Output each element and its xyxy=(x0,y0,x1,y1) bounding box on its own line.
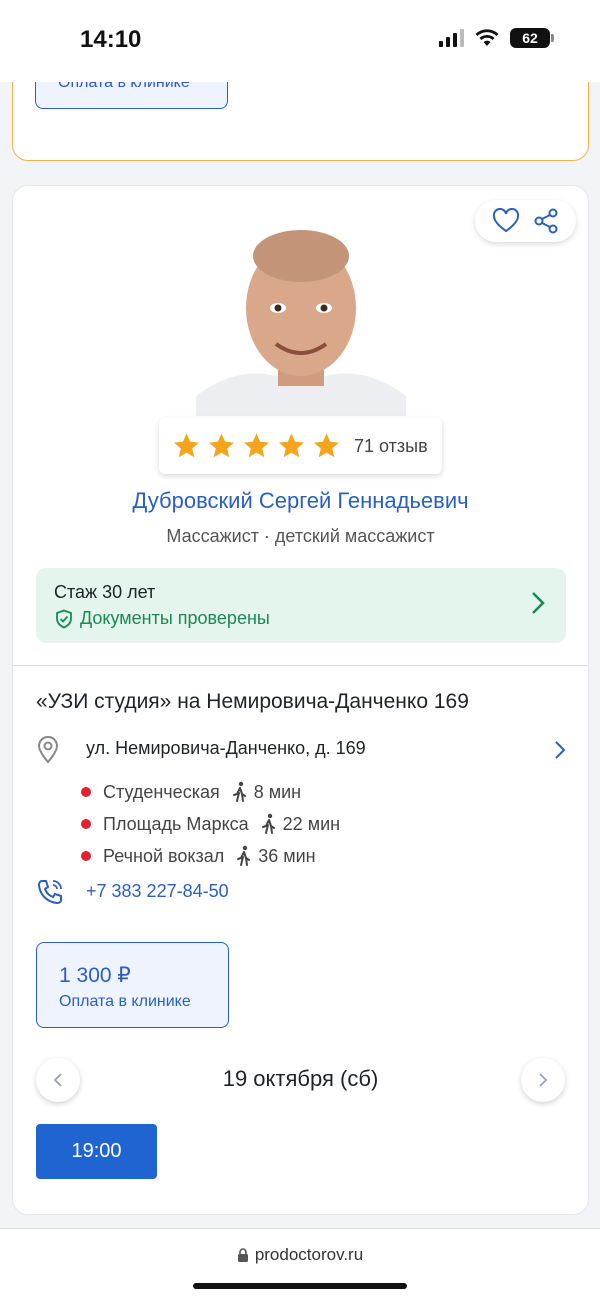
metro-station: Речной вокзал xyxy=(103,845,225,866)
browser-bar: prodoctorov.ru xyxy=(0,1228,600,1300)
experience-panel[interactable]: Стаж 30 лет Документы проверены xyxy=(36,568,566,643)
shield-check-icon xyxy=(56,609,72,628)
heart-icon[interactable] xyxy=(492,208,520,234)
doctor-photo xyxy=(196,216,406,416)
experience-text: Стаж 30 лет xyxy=(54,582,156,602)
metro-item: Речной вокзал 36 мин xyxy=(81,845,316,867)
status-time: 14:10 xyxy=(80,26,142,53)
schedule-date: 19 октября (сб) xyxy=(222,1066,379,1091)
walking-icon xyxy=(261,813,275,834)
doctor-name-link[interactable]: Дубровский Сергей Геннадьевич xyxy=(13,488,588,514)
metro-item: Площадь Маркса 22 мин xyxy=(81,813,340,835)
payment-method: Оплата в клинике xyxy=(59,993,191,1010)
chevron-right-icon xyxy=(539,1073,548,1087)
metro-walk-time: 36 мин xyxy=(258,845,316,866)
documents-verified-label: Документы проверены xyxy=(80,608,270,628)
url-text: prodoctorov.ru xyxy=(254,1245,364,1264)
metro-dot xyxy=(81,819,91,829)
chevron-right-icon xyxy=(532,592,545,614)
metro-dot xyxy=(81,787,91,797)
lock-icon xyxy=(237,1247,248,1262)
divider xyxy=(13,665,588,666)
address-bar[interactable]: prodoctorov.ru xyxy=(0,1245,600,1265)
signal-icon xyxy=(439,29,464,47)
clinic-address: ул. Немировича-Данченко, д. 169 xyxy=(86,738,366,758)
review-count: 71 отзыв xyxy=(354,435,428,456)
status-icons: 62 xyxy=(439,28,554,48)
price-option[interactable]: 1 300 ₽ Оплата в клинике xyxy=(36,942,229,1028)
metro-station: Площадь Маркса xyxy=(103,813,249,834)
clinic-name: «УЗИ студия» на Немировича-Данченко 169 xyxy=(36,690,469,713)
next-date-button[interactable] xyxy=(521,1058,565,1102)
phone-row[interactable]: +7 383 227-84-50 xyxy=(36,878,229,908)
star-icon xyxy=(244,433,269,458)
metro-station: Студенческая xyxy=(103,781,220,802)
share-icon[interactable] xyxy=(533,208,559,234)
doctor-card: 71 отзыв Дубровский Сергей Геннадьевич М… xyxy=(12,185,589,1215)
doctor-specialty: Массажист · детский массажист xyxy=(166,526,435,546)
price-amount: 1 300 ₽ xyxy=(59,964,131,987)
phone-icon xyxy=(37,880,62,905)
rating-panel[interactable]: 71 отзыв xyxy=(159,418,442,474)
phone-link[interactable]: +7 383 227-84-50 xyxy=(86,881,229,902)
documents-verified: Документы проверены xyxy=(54,608,270,629)
wifi-icon xyxy=(475,29,499,46)
star-icon xyxy=(209,433,234,458)
walking-icon xyxy=(237,845,251,866)
metro-walk-time: 22 мин xyxy=(282,813,341,834)
battery-icon: 62 xyxy=(510,28,554,48)
metro-walk-time: 8 мин xyxy=(253,781,302,802)
status-bar: 14:10 62 xyxy=(0,0,600,82)
star-icon xyxy=(174,433,199,458)
fav-share-group xyxy=(475,200,576,242)
walking-icon xyxy=(232,781,246,802)
star-icon xyxy=(279,433,304,458)
address-row[interactable]: ул. Немировича-Данченко, д. 169 xyxy=(36,736,566,766)
star-icon xyxy=(314,433,339,458)
location-pin-icon xyxy=(37,736,59,764)
metro-dot xyxy=(81,851,91,861)
rating-stars xyxy=(171,431,342,461)
time-slot-button[interactable]: 19:00 xyxy=(36,1124,157,1179)
metro-item: Студенческая 8 мин xyxy=(81,781,301,803)
chevron-right-icon xyxy=(555,741,566,759)
home-indicator xyxy=(193,1283,407,1289)
